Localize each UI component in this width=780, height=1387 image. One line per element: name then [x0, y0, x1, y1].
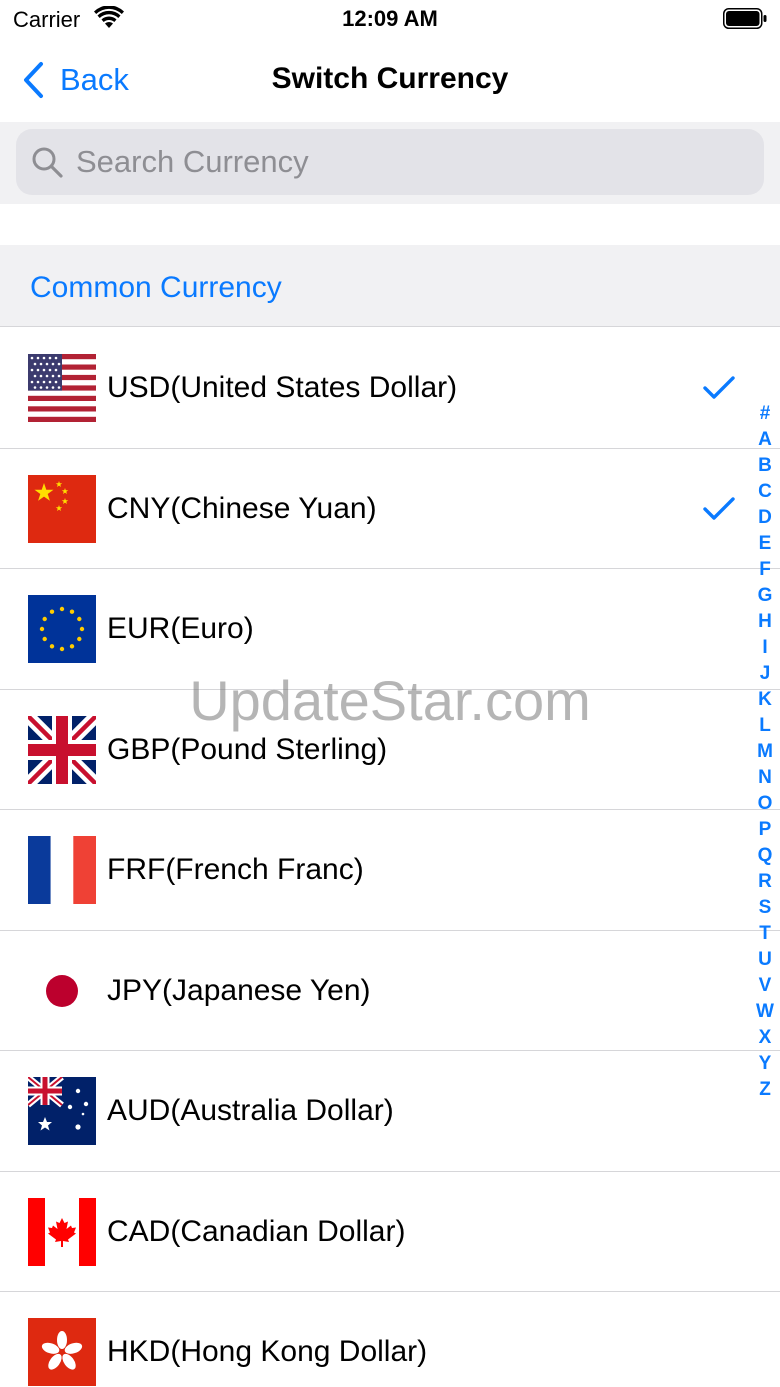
- index-letter[interactable]: #: [752, 401, 778, 427]
- index-letter[interactable]: F: [752, 557, 778, 583]
- hk-flag-icon: [28, 1318, 96, 1386]
- status-bar: Carrier 12:09 AM: [0, 0, 780, 40]
- currency-label: CAD(Canadian Dollar): [107, 1214, 406, 1248]
- index-letter[interactable]: O: [752, 791, 778, 817]
- currency-label: GBP(Pound Sterling): [107, 732, 388, 766]
- section-header: Common Currency: [0, 245, 780, 327]
- index-letter[interactable]: K: [752, 687, 778, 713]
- index-letter[interactable]: Z: [752, 1077, 778, 1103]
- battery-icon: [723, 8, 767, 29]
- index-letter[interactable]: G: [752, 583, 778, 609]
- index-letter[interactable]: S: [752, 895, 778, 921]
- currency-row-frf[interactable]: FRF(French Franc): [0, 810, 780, 931]
- us-flag-icon: [28, 354, 96, 422]
- currency-label: USD(United States Dollar): [107, 371, 458, 404]
- index-letter[interactable]: P: [752, 817, 778, 843]
- index-letter[interactable]: I: [752, 635, 778, 661]
- au-flag-icon: [28, 1077, 96, 1145]
- page-title: Switch Currency: [271, 62, 509, 95]
- index-letter[interactable]: R: [752, 869, 778, 895]
- jp-flag-icon: [28, 956, 96, 1025]
- currency-label: FRF(French Franc): [107, 853, 364, 886]
- currency-row-usd[interactable]: USD(United States Dollar): [0, 328, 780, 449]
- currency-row-gbp[interactable]: GBP(Pound Sterling): [0, 690, 780, 810]
- currency-label: HKD(Hong Kong Dollar): [107, 1335, 428, 1368]
- section-title: Common Currency: [30, 271, 282, 304]
- index-letter[interactable]: A: [752, 427, 778, 453]
- index-letter[interactable]: L: [752, 713, 778, 739]
- index-letter[interactable]: V: [752, 973, 778, 999]
- currency-row-jpy[interactable]: JPY(Japanese Yen): [0, 931, 780, 1051]
- index-letter[interactable]: C: [752, 479, 778, 505]
- checkmark-icon: [703, 376, 735, 399]
- index-letter[interactable]: Y: [752, 1051, 778, 1077]
- navigation-bar: Back Switch Currency: [0, 40, 780, 122]
- index-letter[interactable]: W: [752, 999, 778, 1025]
- index-letter[interactable]: M: [752, 739, 778, 765]
- currency-row-cad[interactable]: CAD(Canadian Dollar): [0, 1172, 780, 1292]
- search-icon: [32, 147, 63, 178]
- index-letter[interactable]: D: [752, 505, 778, 531]
- search-area: [0, 122, 780, 204]
- status-time: 12:09 AM: [342, 6, 438, 31]
- alphabet-index-bar[interactable]: # A B C D E F G H I J K L M N O P Q R S …: [752, 401, 778, 1103]
- currency-row-hkd[interactable]: HKD(Hong Kong Dollar): [0, 1292, 780, 1387]
- currency-label: AUD(Australia Dollar): [107, 1094, 394, 1127]
- index-letter[interactable]: B: [752, 453, 778, 479]
- index-letter[interactable]: N: [752, 765, 778, 791]
- checkmark-icon: [703, 496, 735, 520]
- ca-flag-icon: [28, 1197, 96, 1266]
- uk-flag-icon: [28, 715, 96, 784]
- currency-label: EUR(Euro): [107, 612, 254, 645]
- search-input[interactable]: [76, 144, 716, 180]
- currency-row-eur[interactable]: EUR(Euro): [0, 569, 780, 690]
- currency-list: USD(United States Dollar) CNY(Chinese Yu…: [0, 328, 780, 1387]
- index-letter[interactable]: H: [752, 609, 778, 635]
- currency-row-cny[interactable]: CNY(Chinese Yuan): [0, 449, 780, 569]
- index-letter[interactable]: T: [752, 921, 778, 947]
- cn-flag-icon: [28, 474, 96, 543]
- eu-flag-icon: [28, 595, 96, 663]
- currency-row-aud[interactable]: AUD(Australia Dollar): [0, 1051, 780, 1172]
- index-letter[interactable]: X: [752, 1025, 778, 1051]
- index-letter[interactable]: J: [752, 661, 778, 687]
- index-letter[interactable]: E: [752, 531, 778, 557]
- fr-flag-icon: [28, 836, 96, 904]
- search-box[interactable]: [16, 129, 764, 195]
- index-letter[interactable]: Q: [752, 843, 778, 869]
- currency-label: JPY(Japanese Yen): [107, 973, 371, 1007]
- currency-label: CNY(Chinese Yuan): [107, 491, 377, 525]
- index-letter[interactable]: U: [752, 947, 778, 973]
